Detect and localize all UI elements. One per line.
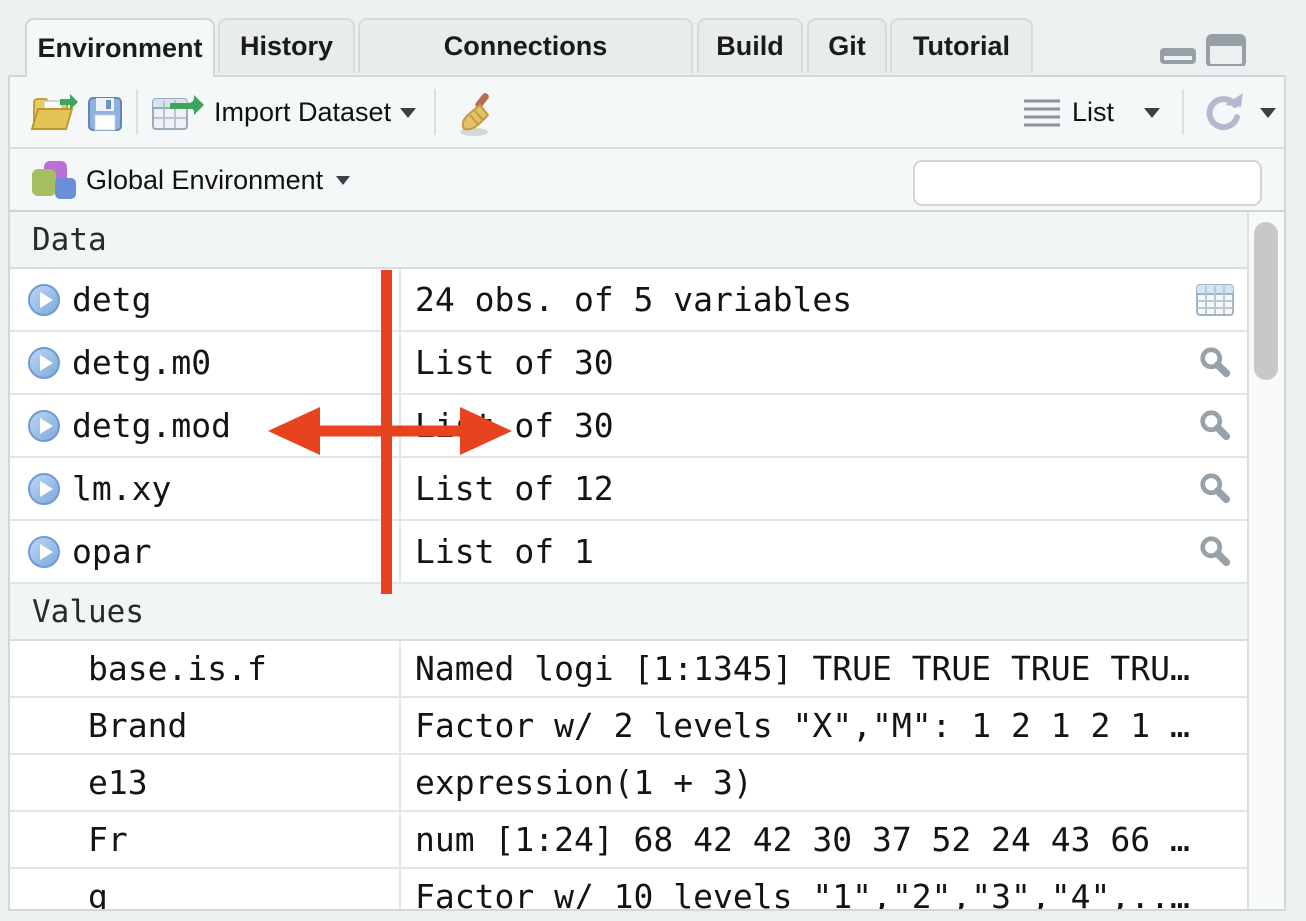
- global-environment-icon: [30, 160, 78, 202]
- column-divider[interactable]: [399, 332, 401, 393]
- view-mode-button[interactable]: List: [1072, 77, 1114, 147]
- object-value: List of 12: [415, 469, 1207, 508]
- object-row-fr[interactable]: Fr num [1:24] 68 42 42 30 37 52 24 43 66…: [10, 812, 1247, 869]
- expand-arrow-icon[interactable]: [28, 473, 60, 505]
- environment-search-box: [913, 160, 1262, 206]
- broom-icon[interactable]: [450, 91, 496, 137]
- object-row-detg-m0[interactable]: detg.m0 List of 30: [10, 332, 1247, 395]
- expand-arrow-icon[interactable]: [28, 347, 60, 379]
- object-name: g: [88, 877, 108, 911]
- tab-label: Build: [716, 31, 784, 62]
- column-divider[interactable]: [399, 869, 401, 911]
- section-title: Data: [32, 222, 107, 258]
- list-lines-icon: [1024, 97, 1060, 129]
- maximize-pane-icon[interactable]: [1208, 36, 1244, 66]
- object-row-detg-mod[interactable]: detg.mod List of 30: [10, 395, 1247, 458]
- import-dataset-caret-icon[interactable]: [400, 108, 416, 118]
- object-value: expression(1 + 3): [415, 763, 1207, 802]
- environment-search-input[interactable]: [937, 164, 1276, 202]
- import-table-icon: [152, 95, 204, 133]
- object-value: num [1:24] 68 42 42 30 37 52 24 43 66 …: [415, 820, 1207, 859]
- object-name: detg: [72, 280, 151, 319]
- inspect-magnifier-icon[interactable]: [1196, 346, 1234, 380]
- object-name: detg.mod: [72, 406, 231, 445]
- object-row-lm-xy[interactable]: lm.xy List of 12: [10, 458, 1247, 521]
- tab-tutorial[interactable]: Tutorial: [890, 18, 1033, 73]
- object-value: Factor w/ 10 levels "1","2","3","4",..…: [415, 877, 1207, 911]
- environment-pane: Environment History Connections Build Gi…: [8, 8, 1286, 911]
- object-row-e13[interactable]: e13 expression(1 + 3): [10, 755, 1247, 812]
- section-header-data: Data: [10, 212, 1247, 269]
- object-row-base-is-f[interactable]: base.is.f Named logi [1:1345] TRUE TRUE …: [10, 641, 1247, 698]
- inspect-magnifier-icon[interactable]: [1196, 535, 1234, 569]
- object-row-g[interactable]: g Factor w/ 10 levels "1","2","3","4",..…: [10, 869, 1247, 911]
- environment-scope-selector[interactable]: Global Environment: [86, 149, 323, 212]
- column-divider[interactable]: [399, 269, 401, 330]
- tab-label: History: [240, 31, 333, 62]
- object-name: opar: [72, 532, 151, 571]
- column-divider[interactable]: [399, 458, 401, 519]
- object-list: Data detg 24 obs. of 5 variables: [10, 212, 1247, 909]
- object-name: detg.m0: [72, 343, 211, 382]
- object-row-opar[interactable]: opar List of 1: [10, 521, 1247, 584]
- object-value: Factor w/ 2 levels "X","M": 1 2 1 2 1 …: [415, 706, 1207, 745]
- column-divider[interactable]: [399, 395, 401, 456]
- column-divider[interactable]: [399, 755, 401, 810]
- expand-arrow-icon[interactable]: [28, 284, 60, 316]
- section-title: Values: [32, 594, 144, 630]
- tab-label: Git: [828, 31, 866, 62]
- expand-arrow-icon[interactable]: [28, 536, 60, 568]
- object-name: Brand: [88, 706, 187, 745]
- view-mode-label: List: [1072, 97, 1114, 128]
- import-dataset-button[interactable]: Import Dataset: [214, 77, 391, 147]
- table-view-icon[interactable]: [1196, 283, 1234, 317]
- environment-scope-label: Global Environment: [86, 165, 323, 196]
- object-row-brand[interactable]: Brand Factor w/ 2 levels "X","M": 1 2 1 …: [10, 698, 1247, 755]
- vertical-scrollbar[interactable]: [1247, 212, 1284, 909]
- refresh-caret-icon[interactable]: [1260, 108, 1276, 118]
- tab-label: Environment: [37, 33, 202, 64]
- pane-tab-bar: Environment History Connections Build Gi…: [8, 8, 1286, 75]
- inspect-magnifier-icon[interactable]: [1196, 472, 1234, 506]
- window-controls: [1158, 34, 1248, 66]
- inspect-magnifier-icon[interactable]: [1196, 409, 1234, 443]
- tab-environment[interactable]: Environment: [25, 18, 215, 77]
- refresh-icon[interactable]: [1202, 92, 1244, 134]
- object-value: List of 1: [415, 532, 1207, 571]
- column-divider[interactable]: [399, 521, 401, 582]
- tab-history[interactable]: History: [218, 18, 355, 73]
- import-dataset-label: Import Dataset: [214, 97, 391, 128]
- section-header-values: Values: [10, 584, 1247, 641]
- tab-connections[interactable]: Connections: [358, 18, 693, 73]
- open-folder-icon[interactable]: [30, 93, 78, 133]
- tab-git[interactable]: Git: [807, 18, 887, 73]
- tab-label: Tutorial: [913, 31, 1010, 62]
- object-name: e13: [88, 763, 148, 802]
- scope-caret-icon[interactable]: [336, 176, 350, 185]
- object-name: base.is.f: [88, 649, 267, 688]
- column-divider[interactable]: [399, 698, 401, 753]
- column-divider[interactable]: [399, 812, 401, 867]
- environment-scope-bar: Global Environment: [10, 149, 1284, 212]
- environment-toolbar: Import Dataset List: [10, 77, 1284, 149]
- object-value: Named logi [1:1345] TRUE TRUE TRUE TRU…: [415, 649, 1207, 688]
- object-name: lm.xy: [72, 469, 171, 508]
- environment-panel-body: Import Dataset List: [8, 75, 1286, 911]
- object-row-detg[interactable]: detg 24 obs. of 5 variables: [10, 269, 1247, 332]
- save-icon[interactable]: [87, 96, 123, 132]
- column-divider[interactable]: [399, 641, 401, 696]
- object-value: 24 obs. of 5 variables: [415, 280, 1207, 319]
- minimize-pane-icon[interactable]: [1160, 48, 1196, 64]
- expand-arrow-icon[interactable]: [28, 410, 60, 442]
- view-mode-caret-icon[interactable]: [1144, 108, 1160, 118]
- object-value: List of 30: [415, 406, 1207, 445]
- object-name: Fr: [88, 820, 128, 859]
- object-value: List of 30: [415, 343, 1207, 382]
- scrollbar-thumb[interactable]: [1254, 222, 1278, 380]
- tab-label: Connections: [444, 31, 608, 62]
- tab-build[interactable]: Build: [697, 18, 803, 73]
